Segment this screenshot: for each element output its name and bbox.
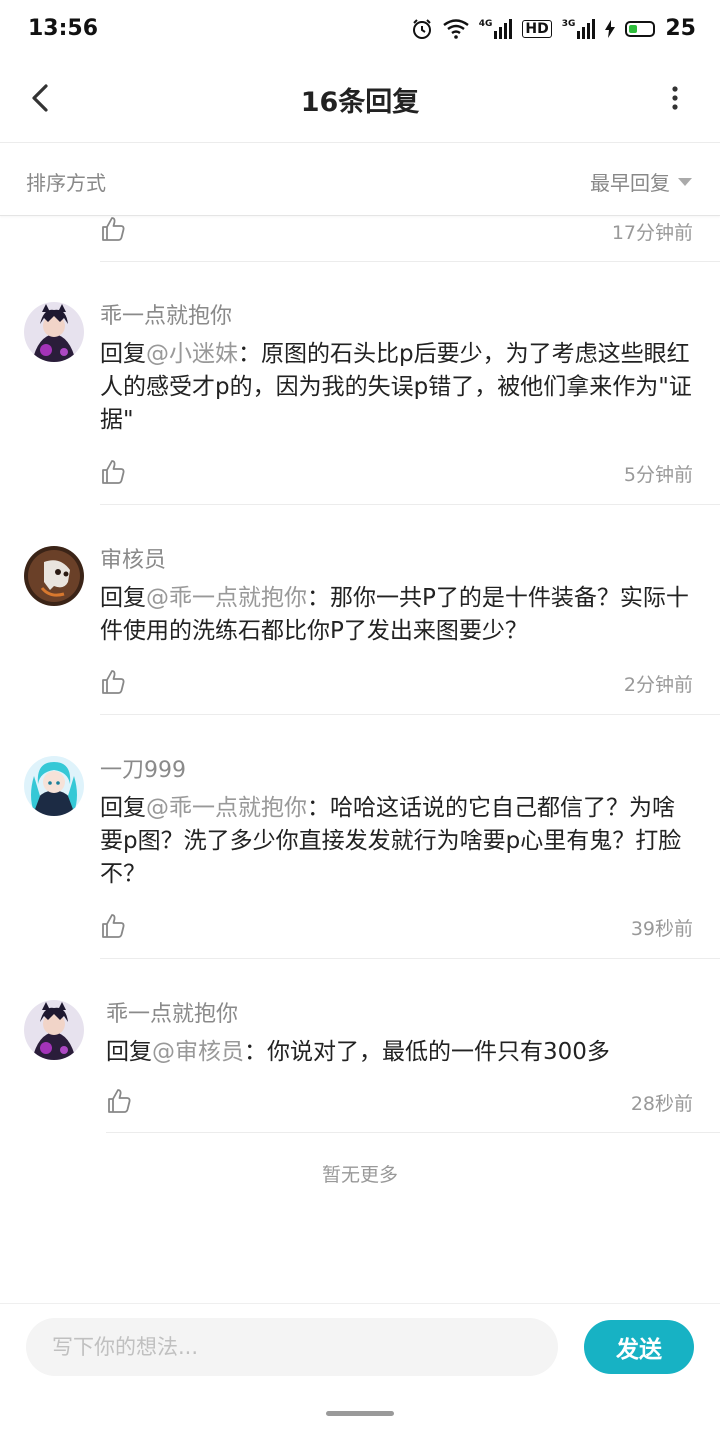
thumbs-up-icon[interactable] xyxy=(100,669,126,695)
reply-time: 2分钟前 xyxy=(623,674,693,696)
reply-item: 乖一点就抱你 回复@审核员：你说对了，最低的一件只有300多 28秒前 xyxy=(0,960,720,1136)
reply-content: 回复@乖一点就抱你：哈哈这话说的它自己都信了？为啥要p图？洗了多少你直接发发就行… xyxy=(100,792,694,891)
avatar[interactable] xyxy=(24,1000,84,1060)
wifi-icon xyxy=(442,18,469,39)
reply-prefix: 回复 xyxy=(106,1039,152,1065)
signal-3g-icon: 3G xyxy=(562,18,596,39)
comment-input-bar: 发送 xyxy=(0,1303,720,1394)
reply-content: 回复@审核员：你说对了，最低的一件只有300多 xyxy=(106,1036,694,1069)
mention-link[interactable]: @乖一点就抱你 xyxy=(146,585,307,611)
thumbs-up-icon[interactable] xyxy=(100,913,126,939)
status-time: 13:56 xyxy=(28,16,99,41)
divider xyxy=(100,958,720,959)
mention-link[interactable]: @小迷妹 xyxy=(146,341,238,367)
reply-prefix: 回复 xyxy=(100,585,146,611)
no-more-text: 暂无更多 xyxy=(321,1164,398,1186)
reply-item: 审核员 回复@乖一点就抱你：那你一共P了的是十件装备？实际十件使用的洗练石都比你… xyxy=(0,506,720,716)
partial-reply: 17分钟前 xyxy=(0,216,720,262)
thumbs-up-icon[interactable] xyxy=(106,1088,132,1114)
status-bar: 13:56 4G HD 3G 25 xyxy=(0,0,720,60)
more-vertical-icon[interactable] xyxy=(660,80,690,116)
reply-text: ：你说对了，最低的一件只有300多 xyxy=(244,1039,610,1065)
thumbs-up-icon[interactable] xyxy=(100,459,126,485)
reply-content: 回复@小迷妹：原图的石头比p后要少，为了考虑这些眼红人的感受才p的，因为我的失误… xyxy=(100,338,694,437)
alarm-icon xyxy=(412,18,431,39)
signal-4g-icon: 4G xyxy=(479,18,513,39)
reply-time: 17分钟前 xyxy=(611,222,693,244)
avatar-image xyxy=(24,302,84,362)
caret-down-icon xyxy=(678,177,692,186)
reply-time: 28秒前 xyxy=(630,1093,693,1115)
reply-time: 5分钟前 xyxy=(623,464,693,486)
reply-author[interactable]: 乖一点就抱你 xyxy=(106,996,238,1028)
reply-author[interactable]: 审核员 xyxy=(100,542,166,574)
avatar-image xyxy=(24,546,84,606)
avatar[interactable] xyxy=(24,302,84,362)
avatar-image xyxy=(24,1000,84,1060)
reply-author[interactable]: 一刀999 xyxy=(100,752,186,784)
page-title: 16条回复 xyxy=(300,87,420,118)
battery-level: 25 xyxy=(665,16,696,41)
reply-time: 39秒前 xyxy=(630,918,693,940)
charging-icon xyxy=(605,19,616,38)
mention-link[interactable]: @审核员 xyxy=(152,1039,244,1065)
hd-icon: HD xyxy=(522,19,552,38)
avatar-image xyxy=(24,756,84,816)
sort-label: 排序方式 xyxy=(26,171,106,195)
sort-bar: 排序方式 最早回复 xyxy=(0,143,720,216)
avatar[interactable] xyxy=(24,756,84,816)
reply-item: 一刀999 回复@乖一点就抱你：哈哈这话说的它自己都信了？为啥要p图？洗了多少你… xyxy=(0,716,720,960)
sort-dropdown[interactable]: 最早回复 xyxy=(590,167,692,196)
header: 16条回复 xyxy=(0,60,720,143)
battery-icon xyxy=(625,20,656,37)
home-indicator[interactable] xyxy=(326,1411,394,1416)
reply-prefix: 回复 xyxy=(100,795,146,821)
avatar[interactable] xyxy=(24,546,84,606)
sort-selected-value: 最早回复 xyxy=(590,171,670,195)
send-button[interactable]: 发送 xyxy=(584,1320,694,1374)
status-icons: 4G HD 3G 25 xyxy=(411,16,696,41)
reply-prefix: 回复 xyxy=(100,341,146,367)
reply-item: 乖一点就抱你 回复@小迷妹：原图的石头比p后要少，为了考虑这些眼红人的感受才p的… xyxy=(0,262,720,506)
divider xyxy=(106,1132,720,1133)
divider xyxy=(100,504,720,505)
reply-author[interactable]: 乖一点就抱你 xyxy=(100,298,232,330)
reply-content: 回复@乖一点就抱你：那你一共P了的是十件装备？实际十件使用的洗练石都比你P了发出… xyxy=(100,582,694,648)
comment-input[interactable] xyxy=(26,1318,558,1376)
divider xyxy=(100,714,720,715)
mention-link[interactable]: @乖一点就抱你 xyxy=(146,795,307,821)
thumbs-up-icon[interactable] xyxy=(100,216,126,242)
